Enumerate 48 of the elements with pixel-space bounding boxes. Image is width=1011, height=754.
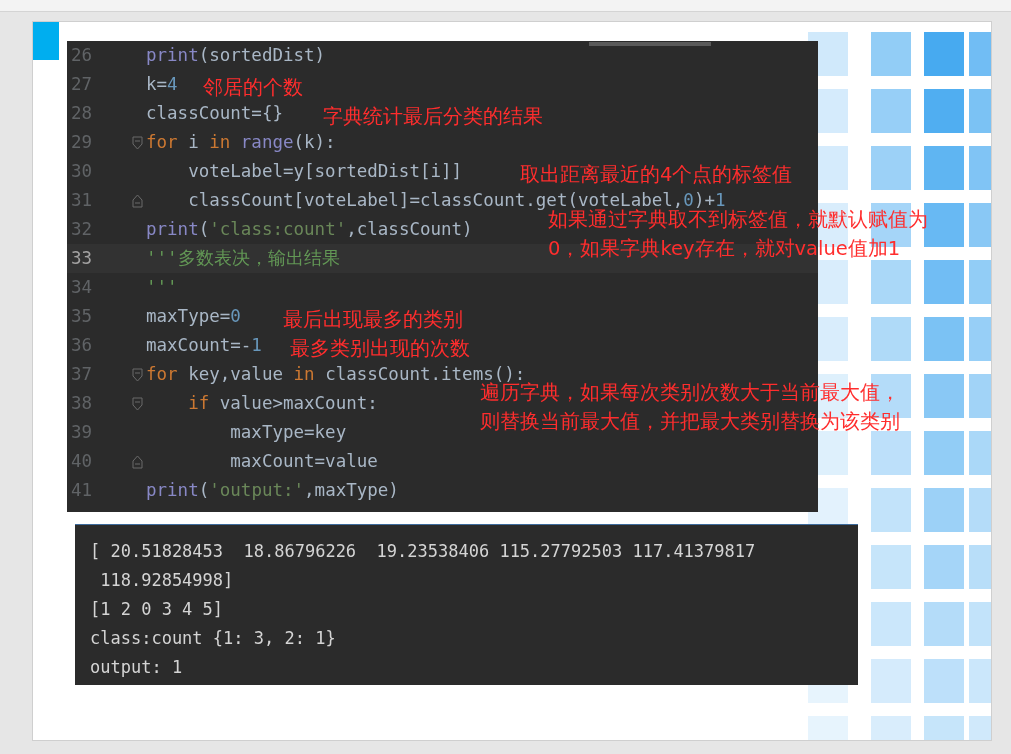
line-number: 28 [70,102,94,125]
code-line: classCount[voteLabel]=classCount.get(voteLabel,0)+1 [187,189,726,210]
fold-icon[interactable] [132,367,143,382]
code-line: if value>maxCount: [187,392,378,415]
output-line: [1 2 0 3 4 5] [89,598,225,621]
code-line: maxType=0 [146,305,241,328]
annotation-text: 最后出现最多的类别 [283,307,463,333]
line-number: 35 [70,305,94,328]
code-line: for i in range(k): [146,131,336,154]
code-line: print(sortedDist) [146,44,326,67]
line-number: 38 [70,392,94,415]
code-line: maxCount=-1 [146,334,262,357]
fold-icon[interactable] [132,135,143,150]
line-number: 37 [70,363,94,386]
annotation-text: 邻居的个数 [203,75,303,101]
line-number: 31 [70,189,94,212]
line-number: 29 [70,131,94,154]
line-number: 41 [70,479,94,502]
code-line: '''多数表决，输出结果 [146,247,340,270]
code-line: k=4 [146,73,178,96]
fold-icon[interactable] [132,193,143,208]
code-line: maxType=key [229,421,347,444]
annotation-text: 最多类别出现的次数 [290,336,470,362]
line-number: 39 [70,421,94,444]
output-line: output: 1 [89,656,184,679]
line-number: 26 [70,44,94,67]
line-number: 34 [70,276,94,299]
code-line: voteLabel=y[sortedDist[i]] [187,160,463,183]
fold-icon[interactable] [132,396,143,411]
scrollbar-thumb[interactable] [589,42,711,46]
annotation-text: 字典统计最后分类的结果 [323,104,543,130]
line-number: 33 [70,247,94,270]
line-number: 30 [70,160,94,183]
code-line: maxCount=value [229,450,378,473]
output-line: 118.92854998] [99,569,235,592]
code-line: ''' [146,276,178,299]
line-number: 36 [70,334,94,357]
annotation-text: 取出距离最近的4个点的标签值 [520,162,793,188]
code-line: print('class:count',classCount) [146,218,473,241]
fold-icon[interactable] [132,454,143,469]
line-number: 40 [70,450,94,473]
line-number: 32 [70,218,94,241]
output-line: class:count {1: 3, 2: 1} [89,627,337,650]
code-line: print('output:',maxType) [146,479,399,502]
code-line: classCount={} [146,102,283,125]
line-number: 27 [70,73,94,96]
corner-bar [33,22,59,60]
output-line: [ 20.51828453 18.86796226 19.23538406 115.27792503 117.41379817 [89,540,757,563]
